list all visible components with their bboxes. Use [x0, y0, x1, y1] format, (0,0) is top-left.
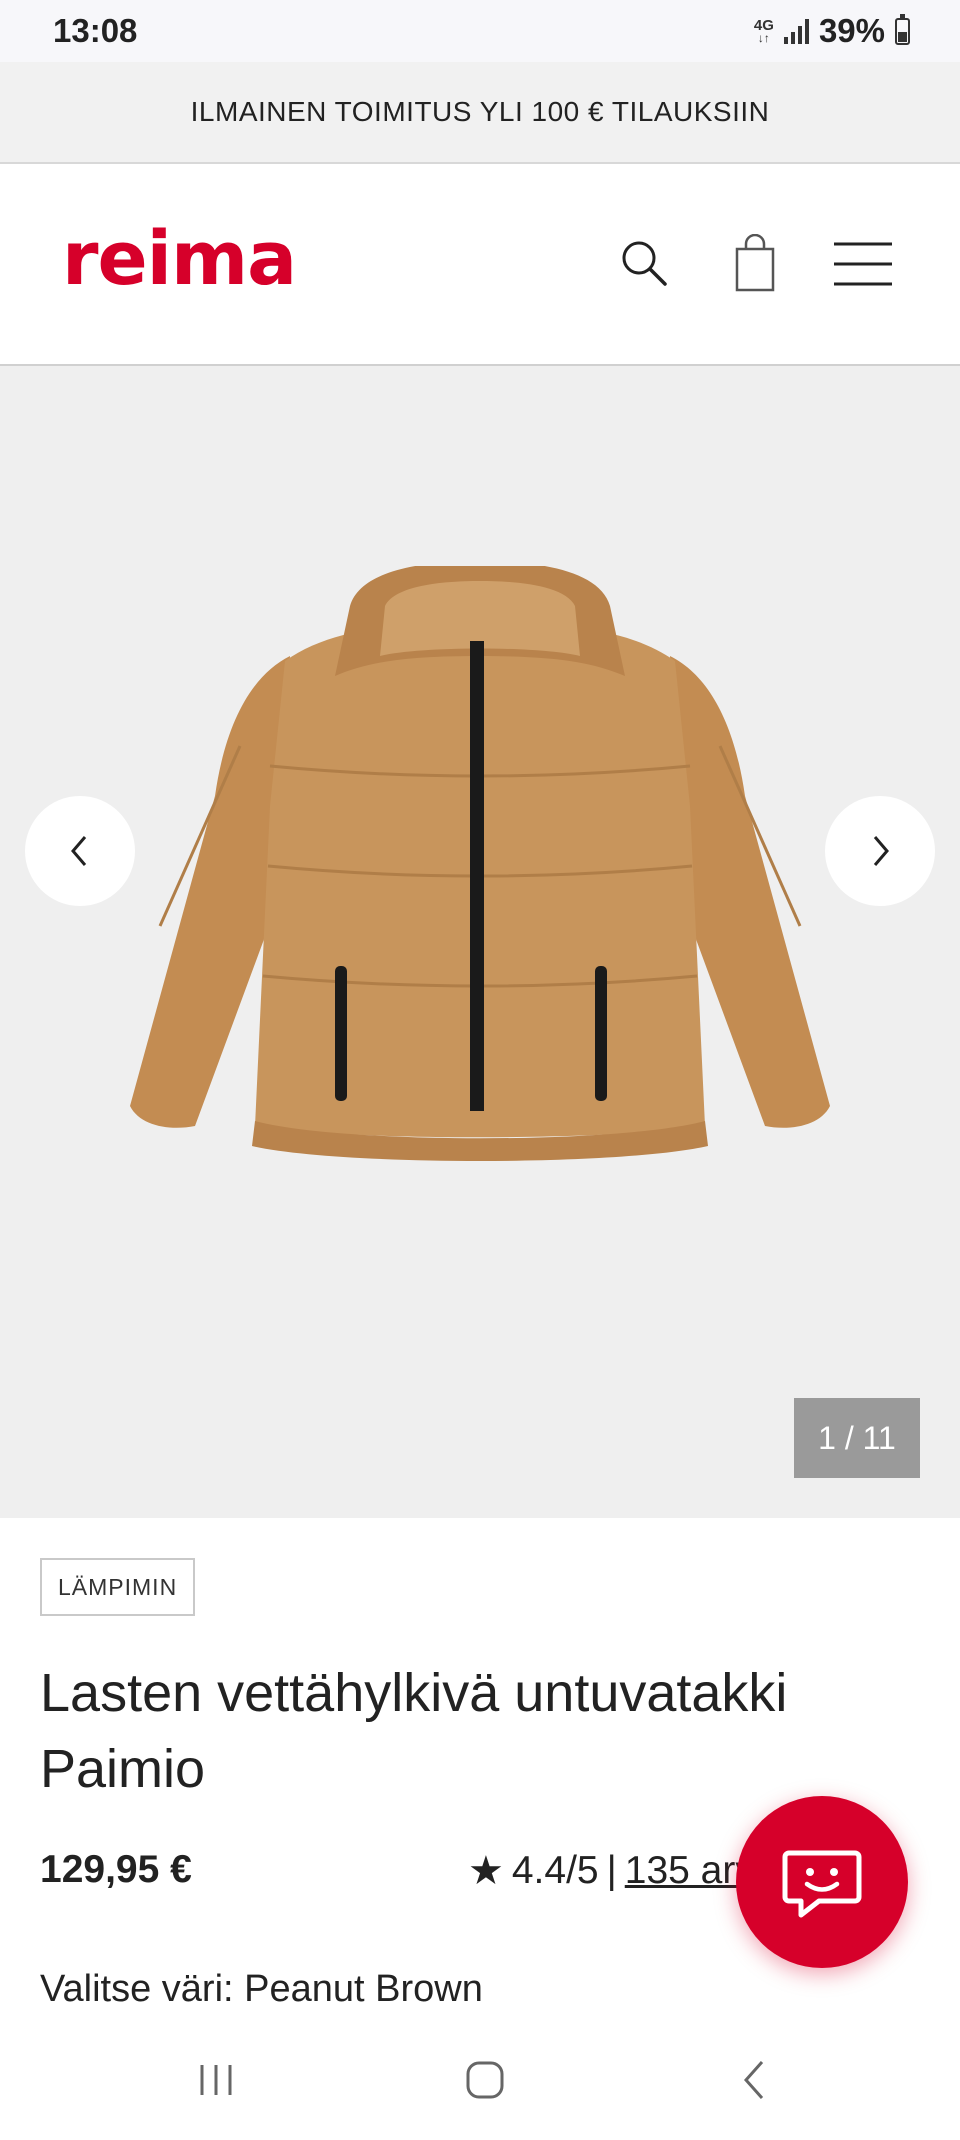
search-button[interactable]: [615, 234, 675, 294]
product-price: 129,95 €: [40, 1848, 192, 1891]
hamburger-menu-icon: [834, 242, 892, 286]
status-bar: 13:08 4G ↓↑ 39%: [0, 0, 960, 62]
cart-button[interactable]: [725, 233, 785, 294]
rating-value: 4.4/5: [511, 1849, 599, 1892]
status-time: 13:08: [53, 12, 138, 49]
recent-apps-icon: [200, 2065, 232, 2095]
site-header: reima: [0, 164, 960, 366]
signal-icon: [783, 18, 809, 44]
battery-icon: [895, 13, 910, 45]
gallery-next-button[interactable]: [825, 796, 935, 906]
status-indicators: 4G ↓↑ 39%: [754, 12, 910, 50]
rating-separator: |: [606, 1849, 617, 1892]
gallery-prev-button[interactable]: [25, 796, 135, 906]
home-button[interactable]: [455, 2050, 515, 2110]
reima-logo[interactable]: reima: [62, 216, 297, 302]
star-icon: ★: [468, 1849, 504, 1893]
product-jacket-image: [130, 566, 830, 1161]
chevron-left-icon: [71, 836, 87, 866]
system-nav-bar: [0, 2020, 960, 2140]
search-icon: [622, 241, 667, 286]
recent-apps-button[interactable]: [186, 2050, 246, 2110]
shopping-bag-icon: [735, 233, 775, 292]
chat-button[interactable]: [736, 1796, 908, 1968]
back-icon: [743, 2061, 764, 2099]
home-icon: [466, 2061, 504, 2099]
product-title: Lasten vettähylkivä untuvatakki Paimio: [40, 1663, 788, 1799]
product-badge: LÄMPIMIN: [40, 1558, 196, 1616]
promo-text: ILMAINEN TOIMITUS YLI 100 € TILAUKSIIN: [190, 96, 770, 127]
chevron-right-icon: [873, 836, 889, 866]
network-4g-icon: 4G ↓↑: [753, 16, 774, 45]
product-gallery[interactable]: 1 / 11: [0, 366, 960, 1518]
promo-banner: ILMAINEN TOIMITUS YLI 100 € TILAUKSIIN: [0, 62, 960, 164]
back-button[interactable]: [724, 2050, 784, 2110]
gallery-counter: 1 / 11: [794, 1398, 920, 1478]
color-selector-label: Valitse väri: Peanut Brown: [40, 1968, 483, 2010]
menu-button[interactable]: [833, 234, 893, 294]
battery-percentage: 39%: [818, 12, 885, 49]
chat-bubble-smile-icon: [782, 1850, 862, 1918]
